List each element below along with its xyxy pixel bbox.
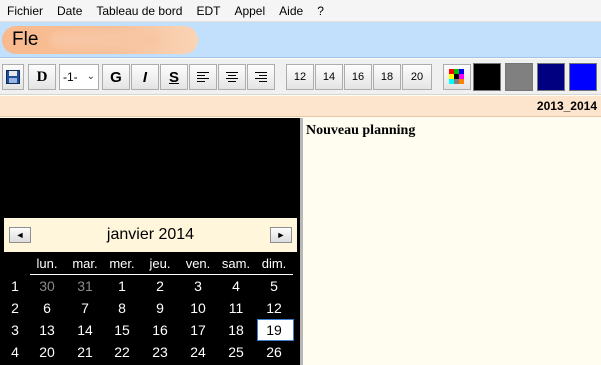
planning-title: Nouveau planning [306, 123, 416, 138]
school-year-label: 2013_2014 [536, 99, 597, 113]
floppy-disk-icon [6, 70, 20, 84]
calendar-month-title: janvier 2014 [106, 226, 195, 243]
weekday-header: mer. [109, 256, 135, 271]
weekday-header: mar. [72, 256, 98, 271]
font-size-select[interactable]: -1- ⌄ [59, 64, 99, 90]
calendar-day[interactable]: 10 [180, 300, 216, 316]
format-toolbar: D -1- ⌄ G I S 12 14 16 18 20 [0, 59, 601, 95]
menu-bar: Fichier Date Tableau de bord EDT Appel A… [0, 0, 601, 22]
weekday-separator [30, 274, 293, 275]
user-name-pill: Fle [2, 26, 198, 54]
calendar-day[interactable]: 4 [218, 278, 254, 294]
calendar-day[interactable]: 26 [256, 344, 292, 360]
menu-date[interactable]: Date [50, 4, 89, 18]
calendar-day[interactable]: 24 [180, 344, 216, 360]
underline-button[interactable]: S [160, 64, 188, 90]
calendar-day[interactable]: 22 [104, 344, 140, 360]
calendar-day[interactable]: 3 [180, 278, 216, 294]
weekday-header: jeu. [149, 256, 171, 271]
calendar-day[interactable]: 15 [104, 322, 140, 338]
week-number: 3 [11, 322, 19, 338]
size-16-button[interactable]: 16 [344, 64, 372, 90]
weekday-header: dim. [261, 256, 287, 271]
redacted-name [50, 32, 160, 48]
calendar-day[interactable]: 25 [218, 344, 254, 360]
weekday-header: ven. [185, 256, 211, 271]
align-center-icon [226, 72, 238, 82]
color-palette-button[interactable] [443, 64, 471, 90]
align-left-button[interactable] [189, 64, 217, 90]
bold-button[interactable]: G [102, 64, 130, 90]
calendar-day[interactable]: 31 [67, 278, 103, 294]
color-swatch-black[interactable] [473, 63, 501, 91]
size-14-button[interactable]: 14 [315, 64, 343, 90]
menu-appel[interactable]: Appel [227, 4, 272, 18]
next-month-button[interactable]: ► [270, 227, 292, 243]
menu-aide[interactable]: Aide [272, 4, 310, 18]
weekday-header: sam. [221, 256, 251, 271]
menu-fichier[interactable]: Fichier [0, 4, 50, 18]
calendar-day[interactable]: 11 [218, 300, 254, 316]
chevron-down-icon: ⌄ [86, 71, 95, 82]
calendar-day[interactable]: 9 [142, 300, 178, 316]
menu-tableau-de-bord[interactable]: Tableau de bord [89, 4, 189, 18]
menu-edt[interactable]: EDT [189, 4, 227, 18]
color-swatch-navy[interactable] [537, 63, 565, 91]
calendar-day[interactable]: 13 [29, 322, 65, 338]
italic-button[interactable]: I [131, 64, 159, 90]
size-20-button[interactable]: 20 [402, 64, 432, 90]
calendar-header: ◄ janvier 2014 ► [4, 218, 297, 252]
school-year-bar: 2013_2014 [0, 96, 601, 117]
color-palette-icon [449, 69, 464, 84]
size-18-button[interactable]: 18 [373, 64, 401, 90]
calendar-day[interactable]: 16 [142, 322, 178, 338]
calendar-day[interactable]: 5 [256, 278, 292, 294]
calendar-day[interactable]: 18 [218, 322, 254, 338]
calendar-day[interactable]: 6 [29, 300, 65, 316]
calendar-day[interactable]: 21 [67, 344, 103, 360]
size-12-button[interactable]: 12 [286, 64, 314, 90]
save-button[interactable] [2, 64, 24, 90]
font-size-value: -1- [63, 70, 78, 84]
week-number: 4 [11, 344, 19, 360]
calendar-day[interactable]: 12 [256, 300, 292, 316]
user-name-text: Fle [12, 29, 39, 50]
menu-help[interactable]: ? [310, 4, 331, 18]
arrow-right-icon: ► [276, 230, 286, 240]
calendar-day[interactable]: 23 [142, 344, 178, 360]
calendar-day[interactable]: 14 [67, 322, 103, 338]
calendar-day[interactable]: 1 [104, 278, 140, 294]
align-left-icon [197, 72, 209, 82]
panel-splitter[interactable] [300, 118, 303, 365]
calendar-day[interactable]: 8 [104, 300, 140, 316]
week-number: 1 [11, 278, 19, 294]
color-swatch-gray[interactable] [505, 63, 533, 91]
week-number: 2 [11, 300, 19, 316]
align-center-button[interactable] [218, 64, 246, 90]
bold-d-button[interactable]: D [28, 64, 56, 90]
calendar-day[interactable]: 17 [180, 322, 216, 338]
user-name-bar: Fle [0, 22, 601, 58]
calendar-day[interactable]: 2 [142, 278, 178, 294]
align-right-button[interactable] [247, 64, 275, 90]
calendar-day[interactable]: 20 [29, 344, 65, 360]
weekday-header: lun. [36, 256, 58, 271]
align-right-icon [255, 72, 267, 82]
calendar-day[interactable]: 7 [67, 300, 103, 316]
color-swatch-blue[interactable] [569, 63, 597, 91]
calendar-day[interactable]: 30 [29, 278, 65, 294]
calendar-day-selected[interactable]: 19 [256, 322, 292, 338]
